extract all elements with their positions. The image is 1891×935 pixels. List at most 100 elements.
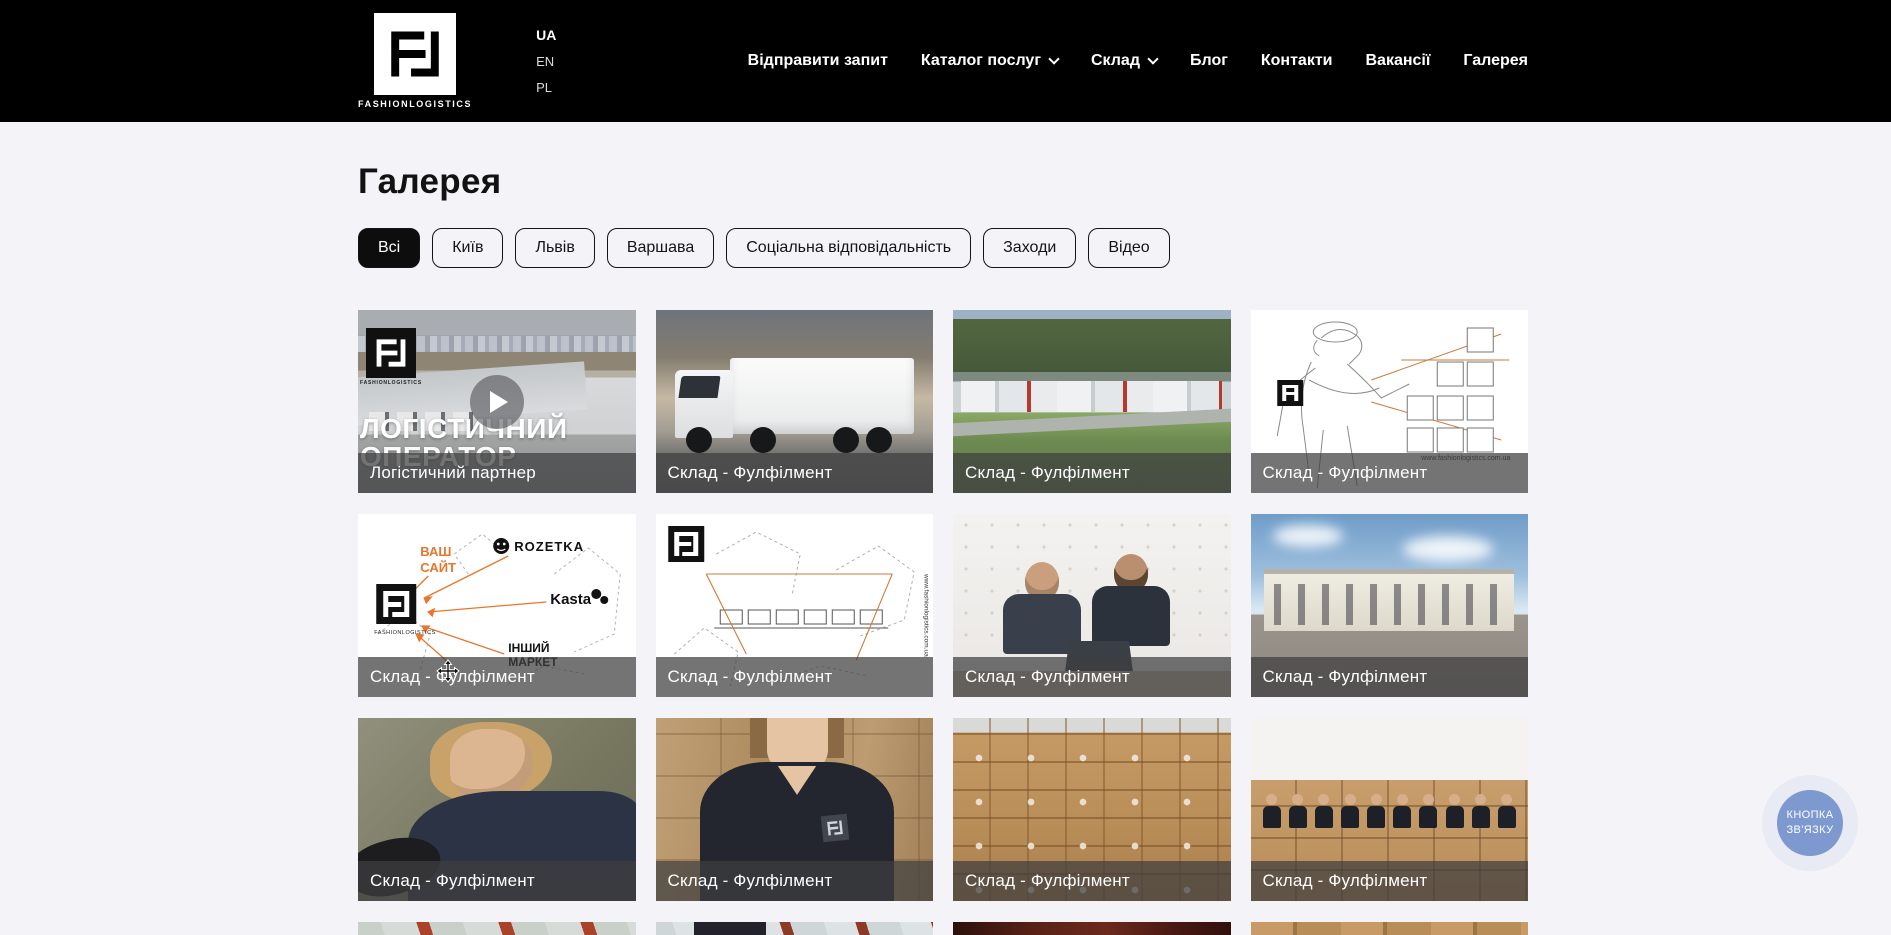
art-layer xyxy=(1262,747,1517,828)
tile-caption: Склад - Фулфілмент xyxy=(656,453,934,493)
lang-ua[interactable]: UA xyxy=(536,27,556,43)
filter-kyiv[interactable]: Київ xyxy=(432,228,503,268)
art-layer xyxy=(1314,794,1334,828)
caption-text: Логістичний партнер xyxy=(370,463,536,483)
your-site-line2: САЙТ xyxy=(420,560,456,575)
gallery-item-truck[interactable]: Склад - Фулфілмент xyxy=(656,310,934,493)
tile-caption: Склад - Фулфілмент xyxy=(358,861,636,901)
tile-caption: Склад - Фулфілмент xyxy=(656,861,934,901)
contact-widget-inner: КНОПКА ЗВ'ЯЗКУ xyxy=(1777,790,1843,856)
art-layer xyxy=(1114,554,1170,646)
nav-blog[interactable]: Блог xyxy=(1190,52,1228,70)
gallery-item-scheme[interactable]: ВАШ САЙТ ROZETKA Kasta ІНШИЙ МАРКЕТ xyxy=(358,514,636,697)
gallery-item-aerial[interactable]: Склад - Фулфілмент xyxy=(953,310,1231,493)
gallery-item-conveyor-drawing[interactable]: www.fashionlogistics.com.ua Склад - Фулф… xyxy=(656,514,934,697)
brand-text: FASHIONLOGISTICS xyxy=(358,99,472,109)
tile-caption: Склад - Фулфілмент xyxy=(953,861,1231,901)
lang-pl[interactable]: PL xyxy=(536,80,556,95)
chevron-down-icon xyxy=(1147,53,1158,64)
nav-send-request[interactable]: Відправити запит xyxy=(748,52,888,70)
header-inner: FASHIONLOGISTICS UA EN PL Відправити зап… xyxy=(358,0,1528,122)
nav-label: Вакансії xyxy=(1366,52,1431,70)
site-logo[interactable]: FASHIONLOGISTICS xyxy=(358,13,472,109)
watermark-brand-text: FASHIONLOGISTICS xyxy=(360,380,422,386)
gallery-item-building[interactable]: Склад - Фулфілмент xyxy=(1251,514,1529,697)
filter-video[interactable]: Відео xyxy=(1088,228,1169,268)
caption-text: Склад - Фулфілмент xyxy=(965,463,1130,483)
nav-label: Каталог послуг xyxy=(921,52,1041,70)
tile-caption: Склад - Фулфілмент xyxy=(953,453,1231,493)
rozetka-label: ROZETKA xyxy=(514,539,584,554)
nav-warehouse[interactable]: Склад xyxy=(1091,52,1157,70)
gallery-thumbnail xyxy=(953,922,1231,935)
site-header: FASHIONLOGISTICS UA EN PL Відправити зап… xyxy=(0,0,1891,122)
site-url-vertical-text: www.fashionlogistics.com.ua xyxy=(922,573,929,657)
caption-text: Склад - Фулфілмент xyxy=(668,871,833,891)
chevron-down-icon xyxy=(1048,53,1059,64)
gallery-page: { "header": { "brand": "FASHIONLOGISTICS… xyxy=(0,0,1891,935)
filter-social-responsibility[interactable]: Соціальна відповідальність xyxy=(726,228,971,268)
art-layer xyxy=(1403,536,1493,562)
gallery-item-partial-4[interactable] xyxy=(1251,922,1529,935)
gallery-item-team[interactable]: Склад - Фулфілмент xyxy=(1251,718,1529,901)
caption-text: Склад - Фулфілмент xyxy=(370,871,535,891)
contact-widget-label-line1: КНОПКА xyxy=(1787,808,1834,823)
art-layer xyxy=(1445,794,1465,828)
art-layer xyxy=(694,922,766,935)
art-layer xyxy=(833,427,859,453)
fl-logo-icon xyxy=(366,328,416,378)
contact-widget-button[interactable]: КНОПКА ЗВ'ЯЗКУ xyxy=(1762,775,1858,871)
art-layer xyxy=(1288,794,1308,828)
filter-all[interactable]: Всі xyxy=(358,228,420,268)
gallery-item-worker-woman[interactable]: Склад - Фулфілмент xyxy=(358,718,636,901)
gallery-item-partial-3[interactable] xyxy=(953,922,1231,935)
gallery-item-worker-drawing[interactable]: www.fashionlogistics.com.ua Склад - Фулф… xyxy=(1251,310,1529,493)
art-layer xyxy=(1418,794,1438,828)
caption-text: Склад - Фулфілмент xyxy=(965,871,1130,891)
gallery-thumbnail xyxy=(358,922,636,935)
fl-chest-logo xyxy=(821,814,850,843)
filter-events[interactable]: Заходи xyxy=(983,228,1076,268)
lang-en[interactable]: EN xyxy=(536,54,556,69)
gallery-item-partial-2[interactable] xyxy=(656,922,934,935)
gallery-item-boxes[interactable]: Склад - Фулфілмент xyxy=(953,718,1231,901)
art-layer xyxy=(1340,794,1360,828)
art-layer xyxy=(1274,584,1504,625)
filter-warsaw[interactable]: Варшава xyxy=(607,228,714,268)
tile-caption: Склад - Фулфілмент xyxy=(656,657,934,697)
nav-label: Відправити запит xyxy=(748,52,888,70)
tile-caption: Склад - Фулфілмент xyxy=(1251,657,1529,697)
play-button[interactable] xyxy=(470,375,524,429)
play-icon xyxy=(490,391,508,413)
art-layer xyxy=(1392,794,1412,828)
gallery-item-partial-1[interactable] xyxy=(358,922,636,935)
tile-caption: Логістичний партнер xyxy=(358,453,636,493)
nav-contacts[interactable]: Контакти xyxy=(1261,52,1333,70)
fl-watermark: FASHIONLOGISTICS xyxy=(360,328,422,386)
art-layer xyxy=(750,427,776,453)
gallery-item-video[interactable]: FASHIONLOGISTICS ЛОГІСТИЧНИЙ ОПЕРАТОР Ло… xyxy=(358,310,636,493)
gallery-item-polo-woman[interactable]: Склад - Фулфілмент xyxy=(656,718,934,901)
art-layer xyxy=(1471,794,1491,828)
art-layer xyxy=(686,427,712,453)
gallery-item-office[interactable]: Склад - Фулфілмент xyxy=(953,514,1231,697)
filter-lviv[interactable]: Львів xyxy=(515,228,594,268)
gallery-thumbnail xyxy=(1251,922,1529,935)
caption-text: Склад - Фулфілмент xyxy=(1263,463,1428,483)
contact-widget-label-line2: ЗВ'ЯЗКУ xyxy=(1787,823,1834,838)
gallery-grid: FASHIONLOGISTICS ЛОГІСТИЧНИЙ ОПЕРАТОР Ло… xyxy=(358,310,1528,935)
scheme-brand-text: FASHIONLOGISTICS xyxy=(374,630,435,636)
nav-label: Блог xyxy=(1190,52,1228,70)
fl-logo-icon xyxy=(374,13,456,95)
nav-gallery[interactable]: Галерея xyxy=(1463,52,1528,70)
art-layer xyxy=(1497,794,1517,828)
nav-services-catalog[interactable]: Каталог послуг xyxy=(921,52,1058,70)
nav-label: Галерея xyxy=(1463,52,1528,70)
art-layer xyxy=(1366,794,1386,828)
language-switcher: UA EN PL xyxy=(536,27,556,95)
main-content: Галерея Всі Київ Львів Варшава Соціальна… xyxy=(358,162,1528,935)
other-market-line1: ІНШИЙ xyxy=(508,640,549,655)
nav-vacancies[interactable]: Вакансії xyxy=(1366,52,1431,70)
art-layer xyxy=(1092,586,1170,646)
nav-label: Склад xyxy=(1091,52,1140,70)
